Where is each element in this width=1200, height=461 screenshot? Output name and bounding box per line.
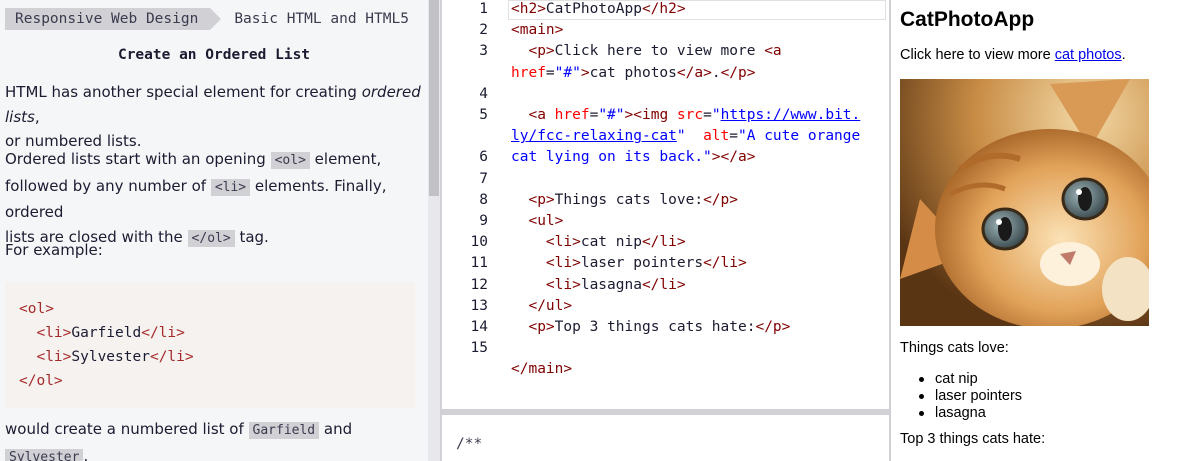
description-paragraph-2: Ordered lists start with an opening <ol>…	[5, 150, 387, 247]
code-line: </main>	[511, 361, 573, 378]
list-item: laser pointers	[917, 388, 1022, 405]
line-number: 2	[479, 22, 488, 39]
line-number: 13	[470, 297, 488, 314]
html-code-editor[interactable]: 1 <h2>CatPhotoApp</h2> 2 <main> 3 <p>Click h…	[442, 0, 889, 409]
description-paragraph-4: would create a numbered list of Garfield…	[5, 417, 423, 461]
description-paragraph-1: HTML has another special element for cre…	[5, 83, 421, 150]
code-line: <h2>CatPhotoApp</h2>	[511, 1, 686, 17]
scrollbar-thumb[interactable]	[429, 0, 439, 196]
code-line: <li>lasagna</li>	[545, 276, 686, 293]
line-number: 14	[470, 319, 488, 335]
preview-heading: CatPhotoApp	[900, 8, 1035, 31]
line-number: 4	[479, 85, 488, 102]
preview-love-list: cat nip laser pointers lasagna	[917, 371, 1022, 422]
code-line: <main>	[511, 22, 564, 39]
line-number: 9	[479, 213, 488, 229]
code-line: href="#">cat photos</a>.</p>	[511, 64, 756, 81]
list-item: lasagna	[917, 405, 1022, 422]
code-line: <ul>	[528, 213, 564, 229]
example-line: </ol>	[19, 373, 63, 389]
preview-hate-heading: Top 3 things cats hate:	[900, 431, 1046, 447]
preview-intro: Click here to view more cat photos.	[900, 47, 1126, 63]
breadcrumb: Responsive Web Design Basic HTML and HTM…	[5, 8, 409, 30]
preview-love-heading: Things cats love:	[900, 340, 1009, 356]
code-line: <a href="#"><img src="https://www.bit.	[528, 107, 861, 123]
breadcrumb-superblock[interactable]: Responsive Web Design	[5, 8, 222, 30]
line-number: 15	[470, 340, 488, 357]
description-paragraph-3: For example:	[5, 241, 103, 259]
line-number: 8	[479, 191, 488, 208]
challenge-title: Create an Ordered List	[117, 47, 311, 63]
code-line: cat lying on its back."></a>	[511, 149, 756, 166]
code-line: <p>Click here to view more <a	[528, 43, 782, 60]
line-number: 11	[470, 255, 488, 272]
line-number: 10	[470, 234, 488, 251]
cat-photo-illustration	[900, 79, 1149, 326]
code-line: ly/fcc-relaxing-cat" alt="A cute orange	[511, 128, 861, 145]
code-line: <li>cat nip</li>	[545, 234, 686, 251]
line-number: 6	[479, 149, 488, 166]
preview-pane: CatPhotoApp Click here to view more cat …	[891, 0, 1200, 461]
example-code-block: <ol> <li>Garfield</li> <li>Sylvester</li…	[5, 282, 415, 408]
line-number: 7	[479, 170, 488, 187]
code-line: <p>Top 3 things cats hate:</p>	[528, 319, 791, 335]
line-number: 1	[479, 1, 488, 17]
instructions-pane: Responsive Web Design Basic HTML and HTM…	[0, 0, 428, 461]
inline-code-ol: <ol>	[270, 152, 310, 169]
instructions-scrollbar[interactable]	[428, 0, 440, 461]
cat-photos-link[interactable]: cat photos	[1055, 47, 1122, 63]
line-number: 3	[479, 43, 488, 60]
code-line: <p>Things cats love:</p>	[528, 191, 738, 208]
breadcrumb-block[interactable]: Basic HTML and HTML5	[210, 8, 409, 30]
secondary-code-editor[interactable]: /**	[442, 415, 889, 461]
inline-code-sylvester: Sylvester	[5, 448, 84, 461]
code-line: /**	[456, 436, 483, 452]
inline-code-li: <li>	[210, 178, 251, 196]
code-line: </ul>	[528, 297, 573, 314]
code-line: <li>laser pointers</li>	[545, 255, 747, 272]
list-item: cat nip	[917, 371, 1022, 388]
example-line: <li>Garfield</li>	[36, 325, 185, 341]
example-line: <ol>	[19, 301, 54, 317]
line-number: 12	[470, 276, 488, 293]
line-number: 5	[479, 107, 488, 123]
cat-image[interactable]	[900, 79, 1149, 326]
example-line: <li>Sylvester</li>	[36, 349, 194, 365]
inline-code-garfield: Garfield	[248, 422, 320, 439]
